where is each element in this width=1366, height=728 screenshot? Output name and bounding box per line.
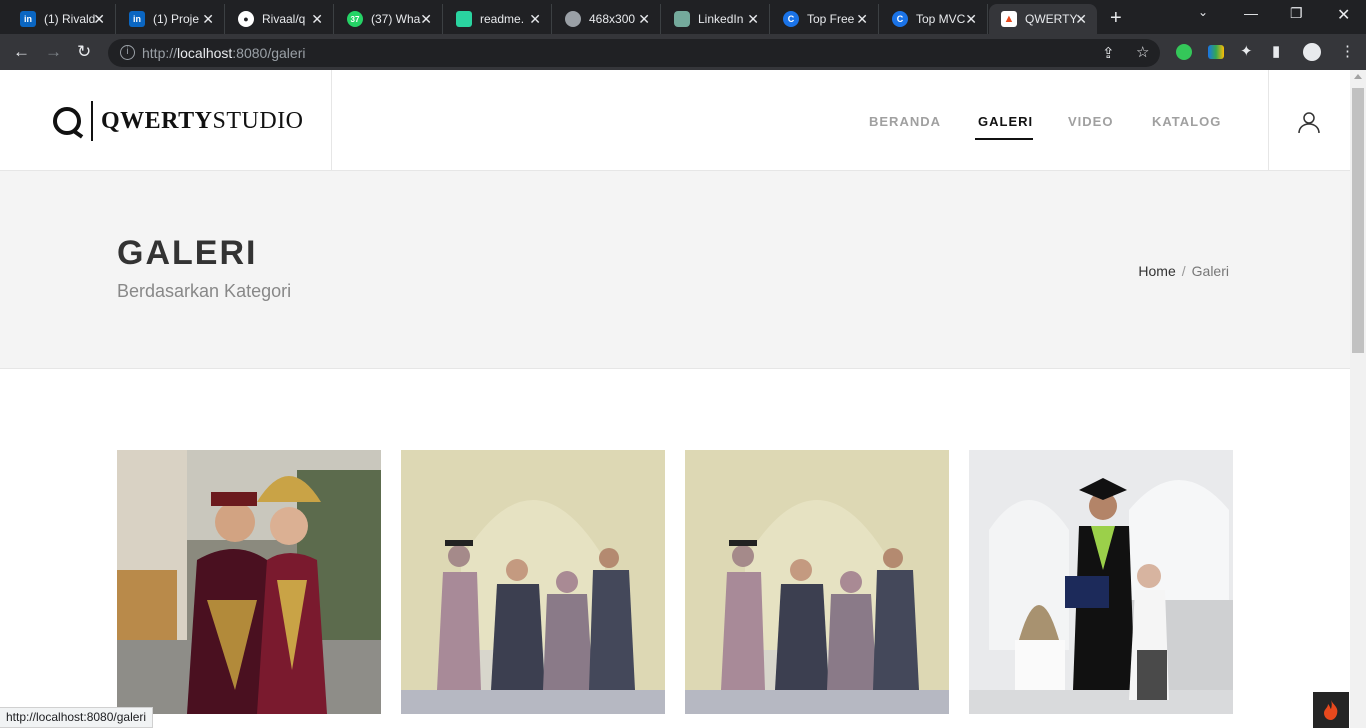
tab-title: readme. <box>480 12 525 26</box>
url-path: :8080/galeri <box>232 45 306 61</box>
close-icon[interactable]: ✕ <box>965 11 977 28</box>
tab-title: Rivaal/q <box>262 12 306 26</box>
logo-text: QWERTYSTUDIO <box>101 108 304 135</box>
header-divider <box>331 70 332 171</box>
c-icon: C <box>783 11 799 27</box>
close-icon[interactable]: ✕ <box>311 11 323 28</box>
browser-toolbar: ← → ↻ i http://localhost:8080/galeri ⇪ ☆… <box>0 34 1366 70</box>
browser-tab[interactable]: ● Rivaal/q ✕ <box>226 4 334 34</box>
restore-icon[interactable]: ❐ <box>1290 5 1303 22</box>
close-icon[interactable]: ✕ <box>638 11 650 28</box>
browser-tab[interactable]: in (1) Proje ✕ <box>117 4 225 34</box>
browser-tab-strip: in (1) Rivald ✕ in (1) Proje ✕ ● Rivaal/q ✕ 37… <box>0 0 1366 34</box>
tab-title: Top Free <box>807 12 855 26</box>
tab-title: QWERTY <box>1025 12 1078 26</box>
page-subtitle: Berdasarkan Kategori <box>117 281 292 301</box>
debug-toolbar-button[interactable] <box>1313 692 1349 728</box>
menu-icon[interactable]: ⋮ <box>1340 42 1355 60</box>
linkedin-icon: in <box>129 11 145 27</box>
url-text[interactable]: http://localhost:8080/galeri <box>142 45 305 61</box>
browser-tab[interactable]: C Top MVC ✕ <box>880 4 988 34</box>
scroll-up-icon[interactable] <box>1354 74 1362 79</box>
browser-tab[interactable]: 37 (37) Wha ✕ <box>335 4 443 34</box>
chatgpt-icon <box>674 11 690 27</box>
tab-title: (1) Rivald <box>44 12 96 26</box>
browser-tab[interactable]: LinkedIn ✕ <box>662 4 770 34</box>
share-icon[interactable]: ⇪ <box>1102 44 1115 62</box>
logo-divider <box>91 101 93 141</box>
address-bar[interactable]: i http://localhost:8080/galeri ⇪ ☆ <box>108 39 1160 67</box>
browser-tab[interactable]: readme. ✕ <box>444 4 552 34</box>
flame-icon: ▲ <box>1001 11 1017 27</box>
status-bar-url: http://localhost:8080/galeri <box>0 707 154 728</box>
close-icon[interactable]: ✕ <box>856 11 868 28</box>
page-scrollbar[interactable] <box>1350 70 1366 728</box>
gallery-photo-graduation[interactable] <box>969 450 1233 714</box>
browser-tab[interactable]: 468x300 ✕ <box>553 4 661 34</box>
close-icon[interactable]: ✕ <box>93 11 105 28</box>
gallery-photo-wedding[interactable] <box>117 450 381 714</box>
gallery-photo-family[interactable] <box>685 450 949 714</box>
scrollbar-thumb[interactable] <box>1352 88 1364 353</box>
browser-tab[interactable]: C Top Free ✕ <box>771 4 879 34</box>
browser-tab[interactable]: in (1) Rivald ✕ <box>8 4 116 34</box>
info-icon[interactable]: i <box>120 45 135 60</box>
whatsapp-icon: 37 <box>347 11 363 27</box>
tab-title: 468x300 <box>589 12 636 26</box>
extensions-puzzle-icon[interactable]: ✦ <box>1240 42 1253 60</box>
logo-text-bold: QWERTY <box>101 107 213 134</box>
extension-icon[interactable] <box>1208 45 1224 59</box>
breadcrumb-current: Galeri <box>1191 263 1229 279</box>
globe-icon <box>565 11 581 27</box>
side-panel-icon[interactable]: ▮ <box>1272 42 1280 60</box>
linkedin-icon: in <box>20 11 36 27</box>
logo-text-light: STUDIO <box>212 107 304 134</box>
close-window-icon[interactable]: ✕ <box>1337 5 1350 25</box>
new-tab-icon[interactable]: + <box>1110 7 1122 30</box>
tab-title: (1) Proje <box>153 12 200 26</box>
tab-title: (37) Wha <box>371 12 421 26</box>
extension-icon[interactable] <box>1176 44 1192 60</box>
close-icon[interactable]: ✕ <box>1075 11 1087 28</box>
close-icon[interactable]: ✕ <box>202 11 214 28</box>
close-icon[interactable]: ✕ <box>420 11 432 28</box>
github-icon: ● <box>238 11 254 27</box>
chevron-down-icon[interactable]: ⌄ <box>1198 5 1208 19</box>
header-divider <box>1268 70 1269 171</box>
profile-icon[interactable] <box>1303 43 1321 61</box>
tab-title: Top MVC <box>916 12 966 26</box>
forward-icon[interactable]: → <box>45 42 62 62</box>
c-icon: C <box>892 11 908 27</box>
gallery-photo-family[interactable] <box>401 450 665 714</box>
active-nav-underline <box>975 138 1033 140</box>
breadcrumb-home[interactable]: Home <box>1138 263 1175 279</box>
page-hero: GALERI Berdasarkan Kategori Home / Galeri <box>0 171 1350 369</box>
flame-icon <box>1324 700 1338 720</box>
site-logo[interactable]: QWERTYSTUDIO <box>53 101 304 141</box>
nav-item-galeri[interactable]: GALERI <box>978 114 1033 129</box>
browser-tab-active[interactable]: ▲ QWERTY ✕ <box>989 4 1097 34</box>
breadcrumb-separator: / <box>1181 263 1186 279</box>
minimize-icon[interactable]: — <box>1244 5 1258 21</box>
close-icon[interactable]: ✕ <box>529 11 541 28</box>
tab-title: LinkedIn <box>698 12 744 26</box>
reload-icon[interactable]: ↻ <box>77 42 91 62</box>
page-title: GALERI <box>117 234 258 272</box>
bookmark-star-icon[interactable]: ☆ <box>1136 43 1149 61</box>
nav-item-beranda[interactable]: BERANDA <box>869 114 941 129</box>
user-icon[interactable] <box>1297 110 1321 134</box>
url-host: localhost <box>177 45 233 61</box>
nav-item-video[interactable]: VIDEO <box>1068 114 1113 129</box>
close-icon[interactable]: ✕ <box>747 11 759 28</box>
site-header: QWERTYSTUDIO BERANDA GALERI VIDEO KATALO… <box>0 70 1350 171</box>
url-prefix: http:// <box>142 45 178 61</box>
back-icon[interactable]: ← <box>13 42 30 62</box>
logo-mark-icon <box>53 107 81 135</box>
breadcrumb: Home / Galeri <box>1138 263 1229 279</box>
readme-icon <box>456 11 472 27</box>
nav-item-katalog[interactable]: KATALOG <box>1152 114 1221 129</box>
